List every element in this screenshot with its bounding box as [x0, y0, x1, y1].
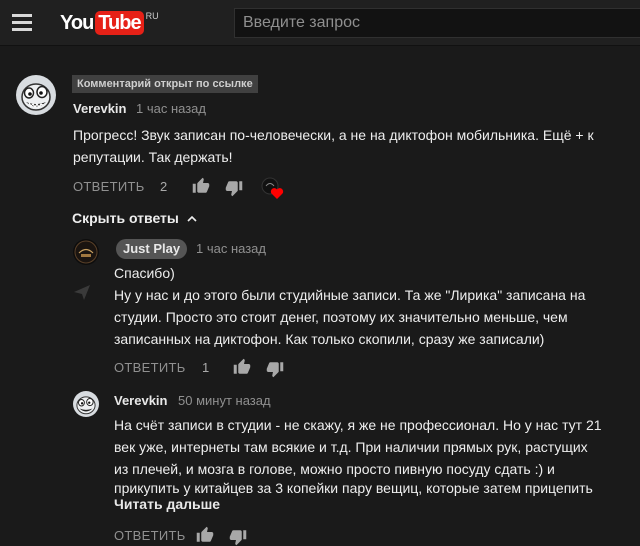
- reply-button[interactable]: ОТВЕТИТЬ: [114, 528, 186, 543]
- search-input[interactable]: [234, 8, 640, 38]
- avatar[interactable]: [16, 75, 56, 115]
- reply-timestamp[interactable]: 50 минут назад: [178, 393, 271, 408]
- menu-icon[interactable]: [12, 13, 34, 31]
- thumb-down-icon[interactable]: [229, 528, 247, 546]
- comment-author[interactable]: Verevkin: [73, 101, 127, 116]
- reply-button[interactable]: ОТВЕТИТЬ: [114, 360, 186, 375]
- reply-text-line: Ну у нас и до этого были студийные запис…: [114, 287, 586, 303]
- like-count: 1: [202, 360, 210, 375]
- thumb-up-icon[interactable]: [233, 358, 251, 376]
- comment-text-line: Прогресс! Звук записан по-человечески, а…: [73, 127, 594, 143]
- reply-timestamp[interactable]: 1 час назад: [196, 241, 266, 256]
- reply-button[interactable]: ОТВЕТИТЬ: [73, 179, 145, 194]
- thumb-up-icon[interactable]: [192, 177, 210, 195]
- channel-owner-badge[interactable]: Just Play: [116, 239, 188, 259]
- logo-region-code: RU: [145, 11, 159, 21]
- hide-replies-button[interactable]: Скрыть ответы: [72, 210, 197, 226]
- logo-you-text: You: [60, 12, 94, 34]
- flag-icon[interactable]: [72, 282, 92, 302]
- avatar[interactable]: [73, 391, 99, 417]
- reply-text-line: студии. Просто это стоит денег, поэтому …: [114, 309, 568, 325]
- linked-comment-badge: Комментарий открыт по ссылке: [72, 75, 258, 93]
- thumb-up-icon[interactable]: [196, 526, 214, 544]
- thumb-down-icon[interactable]: [225, 179, 243, 197]
- masthead: You Tube RU: [0, 0, 640, 46]
- reply-text-line: На счёт записи в студии - не скажу, я же…: [114, 417, 602, 433]
- reply-text-line: век уже, интернеты там всякие и т.д. При…: [114, 439, 588, 455]
- hide-replies-label: Скрыть ответы: [72, 210, 179, 226]
- comment-timestamp[interactable]: 1 час назад: [136, 101, 206, 116]
- creator-heart-icon: [260, 177, 286, 201]
- reply-text-line: Спасибо): [114, 265, 175, 281]
- comment-text-line: репутации. Так держать!: [73, 149, 233, 165]
- like-count: 2: [160, 179, 168, 194]
- chevron-up-icon: [187, 210, 197, 226]
- read-more-link[interactable]: Читать дальше: [114, 496, 220, 512]
- logo-tube-text: Tube: [95, 11, 144, 35]
- reply-text-line: записанных на диктофон. Как только скопи…: [114, 331, 545, 347]
- thumb-down-icon[interactable]: [266, 360, 284, 378]
- youtube-logo[interactable]: You Tube RU: [60, 11, 159, 37]
- reply-author[interactable]: Verevkin: [114, 393, 168, 408]
- avatar[interactable]: [73, 239, 99, 265]
